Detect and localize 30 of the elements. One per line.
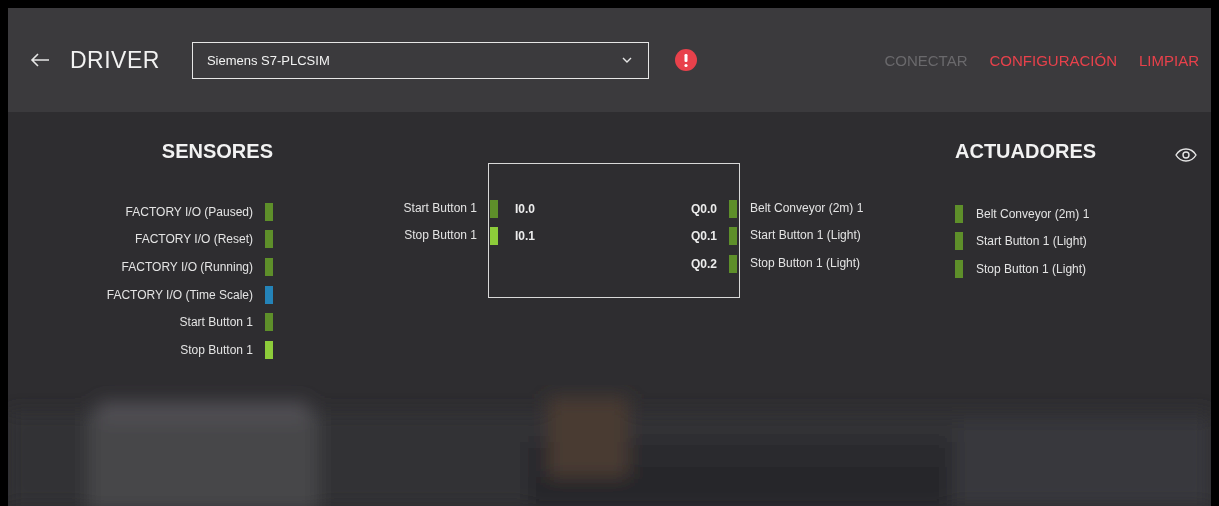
output-label: Stop Button 1 (Light) <box>750 256 861 270</box>
actuator-label: Belt Conveyor (2m) 1 <box>976 206 1090 221</box>
actuators-heading: ACTUADORES <box>955 140 1097 164</box>
sensor-label: FACTORY I/O (Reset) <box>134 232 253 247</box>
sensor-label: Start Button 1 <box>179 315 253 330</box>
sensor-label: FACTORY I/O (Paused) <box>125 204 253 219</box>
eye-icon <box>1175 148 1197 162</box>
output-address: Q0.1 <box>691 229 717 244</box>
sensor-label: FACTORY I/O (Running) <box>121 260 253 274</box>
sensor-label: FACTORY I/O (Time Scale) <box>106 287 253 302</box>
view-button[interactable] <box>1175 148 1197 162</box>
back-button[interactable] <box>30 53 50 67</box>
header-action-button[interactable]: LIMPIAR <box>1139 51 1199 69</box>
actuator-label: Start Button 1 (Light) <box>976 234 1087 249</box>
input-address: I0.1 <box>515 229 535 244</box>
output-address: Q0.0 <box>691 201 717 216</box>
back-arrow-icon <box>30 53 50 67</box>
driver-dropdown[interactable]: Siemens S7-PLCSIM <box>191 41 649 79</box>
input-address: I0.0 <box>515 201 535 216</box>
output-address: Q0.2 <box>691 257 717 271</box>
page-title: DRIVER <box>70 46 160 74</box>
output-label: Start Button 1 (Light) <box>750 228 861 243</box>
input-label: Stop Button 1 <box>404 228 477 243</box>
output-label: Belt Conveyor (2m) 1 <box>750 200 864 215</box>
chevron-down-icon <box>621 57 632 63</box>
input-label: Start Button 1 <box>403 200 477 215</box>
sensors-heading: SENSORES <box>161 140 273 164</box>
header-action-button[interactable]: CONFIGURACIÓN <box>989 51 1117 69</box>
sensor-label: Stop Button 1 <box>180 342 253 357</box>
actuator-label: Stop Button 1 (Light) <box>976 262 1087 276</box>
